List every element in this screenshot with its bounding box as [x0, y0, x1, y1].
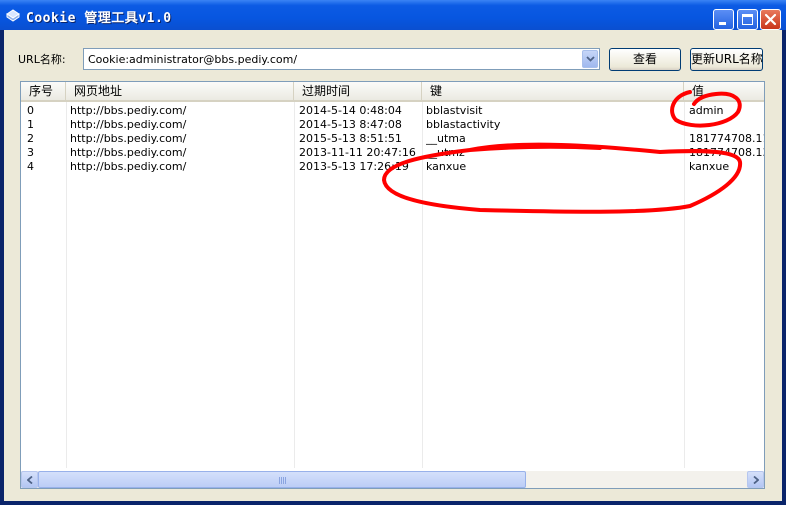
- url-label: URL名称:: [18, 53, 66, 66]
- column-header-url[interactable]: 网页地址: [66, 82, 294, 100]
- cell-url: http://bbs.pediy.com/: [70, 118, 187, 131]
- cell-value: admin: [689, 104, 724, 117]
- column-header-value[interactable]: 值: [684, 82, 764, 100]
- table-row[interactable]: 1 http://bbs.pediy.com/ 2014-5-13 8:47:0…: [21, 118, 764, 132]
- cookie-list[interactable]: 序号 网页地址 过期时间 键 值 0 http://bbs.pediy.com/…: [20, 81, 765, 489]
- cell-value: 181774708.113: [689, 132, 764, 145]
- scrollbar-thumb[interactable]: [38, 471, 526, 488]
- arrow-left-icon: [27, 476, 33, 484]
- view-button[interactable]: 查看: [609, 48, 681, 71]
- cell-value: kanxue: [689, 160, 730, 173]
- close-button[interactable]: [760, 9, 781, 30]
- column-header-key[interactable]: 键: [422, 82, 684, 100]
- url-combobox-value: Cookie:administrator@bbs.pediy.com/: [88, 53, 298, 66]
- column-header-expires[interactable]: 过期时间: [294, 82, 422, 100]
- combo-dropdown-button[interactable]: [582, 50, 598, 68]
- cell-value: [689, 118, 764, 132]
- maximize-icon: [742, 14, 753, 25]
- list-header: 序号 网页地址 过期时间 键 值: [21, 82, 764, 102]
- cell-index: 0: [27, 104, 34, 117]
- column-header-index[interactable]: 序号: [21, 82, 66, 100]
- client-area: URL名称: Cookie:administrator@bbs.pediy.co…: [4, 30, 782, 501]
- cell-expires: 2015-5-13 8:51:51: [299, 132, 402, 145]
- cell-key: bblastactivity: [426, 118, 501, 131]
- cell-index: 4: [27, 160, 34, 173]
- cell-key: __utmz: [426, 146, 465, 159]
- window-title: Cookie 管理工具v1.0: [26, 11, 172, 26]
- url-combobox[interactable]: Cookie:administrator@bbs.pediy.com/: [83, 48, 600, 70]
- minimize-button[interactable]: [713, 9, 734, 30]
- close-icon: [764, 13, 777, 26]
- cell-url: http://bbs.pediy.com/: [70, 132, 187, 145]
- update-url-button[interactable]: 更新URL名称: [690, 48, 763, 71]
- cell-url: http://bbs.pediy.com/: [70, 104, 187, 117]
- cell-index: 3: [27, 146, 34, 159]
- table-row[interactable]: 4 http://bbs.pediy.com/ 2013-5-13 17:26:…: [21, 160, 764, 174]
- arrow-right-icon: [753, 476, 759, 484]
- horizontal-scrollbar[interactable]: [21, 471, 764, 488]
- cell-expires: 2013-11-11 20:47:16: [299, 146, 416, 159]
- cell-url: http://bbs.pediy.com/: [70, 160, 187, 173]
- scroll-left-button[interactable]: [21, 471, 38, 488]
- minimize-icon: [719, 22, 726, 25]
- cell-key: bblastvisit: [426, 104, 483, 117]
- app-icon: [6, 9, 20, 22]
- cell-expires: 2014-5-13 8:47:08: [299, 118, 402, 131]
- cell-url: http://bbs.pediy.com/: [70, 146, 187, 159]
- cell-value: 181774708.136: [689, 146, 764, 159]
- maximize-button[interactable]: [737, 9, 758, 30]
- cell-key: __utma: [426, 132, 466, 145]
- table-row[interactable]: 2 http://bbs.pediy.com/ 2015-5-13 8:51:5…: [21, 132, 764, 146]
- table-row[interactable]: 0 http://bbs.pediy.com/ 2014-5-14 0:48:0…: [21, 104, 764, 118]
- title-bar[interactable]: Cookie 管理工具v1.0: [0, 0, 786, 30]
- chevron-down-icon: [586, 56, 595, 62]
- cell-key: kanxue: [426, 160, 467, 173]
- scrollbar-grip: [279, 477, 287, 484]
- scroll-right-button[interactable]: [747, 471, 764, 488]
- cell-expires: 2013-5-13 17:26:19: [299, 160, 409, 173]
- cell-expires: 2014-5-14 0:48:04: [299, 104, 402, 117]
- app-window: Cookie 管理工具v1.0 URL名称: Cookie:administra…: [0, 0, 786, 505]
- table-row[interactable]: 3 http://bbs.pediy.com/ 2013-11-11 20:47…: [21, 146, 764, 160]
- cell-index: 2: [27, 132, 34, 145]
- cell-index: 1: [27, 118, 34, 131]
